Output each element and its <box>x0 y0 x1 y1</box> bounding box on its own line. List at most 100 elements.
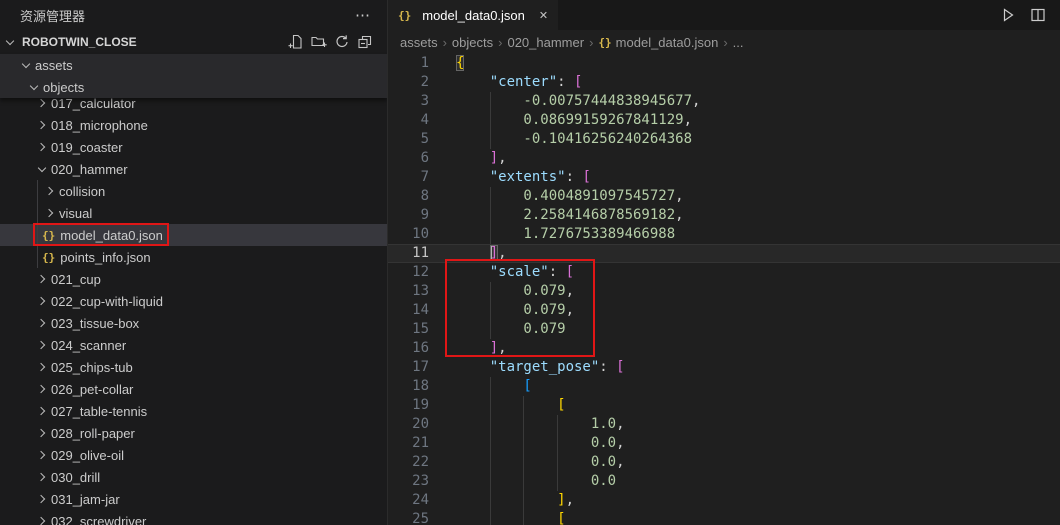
tree-item-025_chips-tub[interactable]: 025_chips-tub <box>0 356 387 378</box>
tab-model-data0-json[interactable]: {} model_data0.json ✕ <box>388 0 558 30</box>
more-actions-icon[interactable]: ⋯ <box>355 8 371 23</box>
chevron-right-icon <box>36 272 50 286</box>
breadcrumb-item-020_hammer[interactable]: 020_hammer <box>507 35 584 50</box>
line-number: 10 <box>388 225 429 244</box>
tree-item-032_screwdriver[interactable]: 032_screwdriver <box>0 510 387 525</box>
split-editor-icon[interactable] <box>1030 7 1046 23</box>
indent-guide <box>490 396 524 415</box>
code-line-15[interactable]: 15 0.079 <box>388 320 1060 339</box>
code-line-9[interactable]: 9 2.2584146878569182, <box>388 206 1060 225</box>
token: "center" <box>490 74 557 90</box>
token: ] <box>557 492 565 508</box>
tree-item-label: 028_roll-paper <box>51 426 135 441</box>
breadcrumb-item-assets[interactable]: assets <box>400 35 438 50</box>
token: 2.2584146878569182 <box>523 207 675 223</box>
tree-item-020_hammer[interactable]: 020_hammer <box>0 158 387 180</box>
line-content: "target_pose": [ <box>456 358 625 377</box>
code-line-1[interactable]: 1{ <box>388 54 1060 73</box>
token: 0.0 <box>591 454 616 470</box>
breadcrumb-item-model_data0-json[interactable]: {}model_data0.json <box>598 35 718 50</box>
indent-guide <box>557 472 591 491</box>
line-content: ], <box>456 339 507 358</box>
line-content: { <box>456 54 464 73</box>
code-line-8[interactable]: 8 0.4004891097545727, <box>388 187 1060 206</box>
code-line-17[interactable]: 17 "target_pose": [ <box>388 358 1060 377</box>
tree-item-026_pet-collar[interactable]: 026_pet-collar <box>0 378 387 400</box>
breadcrumb-item--[interactable]: ... <box>733 35 744 50</box>
tree-item-030_drill[interactable]: 030_drill <box>0 466 387 488</box>
chevron-right-icon <box>36 118 50 132</box>
new-folder-icon[interactable] <box>311 34 327 50</box>
code-line-21[interactable]: 21 0.0, <box>388 434 1060 453</box>
code-line-12[interactable]: 12 "scale": [ <box>388 263 1060 282</box>
token: ] <box>490 340 498 356</box>
run-icon[interactable] <box>1000 7 1016 23</box>
tree-item-visual[interactable]: visual <box>0 202 387 224</box>
token: [ <box>566 264 574 280</box>
code-editor[interactable]: 1{2 "center": [3 -0.00757444838945677,4 … <box>388 54 1060 525</box>
refresh-icon[interactable] <box>334 34 350 50</box>
code-line-16[interactable]: 16 ], <box>388 339 1060 358</box>
code-line-19[interactable]: 19 [ <box>388 396 1060 415</box>
tree-item-model_data0-json[interactable]: {}model_data0.json <box>0 224 387 246</box>
token: 0.0 <box>591 435 616 451</box>
code-line-14[interactable]: 14 0.079, <box>388 301 1060 320</box>
tree-item-028_roll-paper[interactable]: 028_roll-paper <box>0 422 387 444</box>
new-file-icon[interactable] <box>288 34 304 50</box>
tree-item-031_jam-jar[interactable]: 031_jam-jar <box>0 488 387 510</box>
code-line-10[interactable]: 10 1.7276753389466988 <box>388 225 1060 244</box>
token: 0.4004891097545727 <box>523 188 675 204</box>
indent-guide <box>490 301 524 320</box>
breadcrumb-item-objects[interactable]: objects <box>452 35 493 50</box>
code-line-23[interactable]: 23 0.0 <box>388 472 1060 491</box>
tree-item-label: objects <box>43 80 84 95</box>
token: 0.0 <box>591 473 616 489</box>
chevron-right-icon <box>36 316 50 330</box>
tree-item-points_info-json[interactable]: {}points_info.json <box>0 246 387 268</box>
code-line-20[interactable]: 20 1.0, <box>388 415 1060 434</box>
token: "target_pose" <box>490 359 600 375</box>
tree-item-024_scanner[interactable]: 024_scanner <box>0 334 387 356</box>
tree-item-021_cup[interactable]: 021_cup <box>0 268 387 290</box>
tree-item-023_tissue-box[interactable]: 023_tissue-box <box>0 312 387 334</box>
code-line-5[interactable]: 5 -0.10416256240264368 <box>388 130 1060 149</box>
code-line-22[interactable]: 22 0.0, <box>388 453 1060 472</box>
close-tab-icon[interactable]: ✕ <box>539 9 548 22</box>
tree-item-collision[interactable]: collision <box>0 180 387 202</box>
workspace-section-header[interactable]: ROBOTWIN_CLOSE <box>0 30 387 54</box>
tree-item-018_microphone[interactable]: 018_microphone <box>0 114 387 136</box>
line-content: 0.0, <box>456 453 625 472</box>
collapse-all-icon[interactable] <box>357 34 373 50</box>
code-line-24[interactable]: 24 ], <box>388 491 1060 510</box>
breadcrumb-label: objects <box>452 35 493 50</box>
chevron-right-icon <box>36 382 50 396</box>
chevron-right-icon <box>36 338 50 352</box>
code-line-2[interactable]: 2 "center": [ <box>388 73 1060 92</box>
tree-item-019_coaster[interactable]: 019_coaster <box>0 136 387 158</box>
code-line-6[interactable]: 6 ], <box>388 149 1060 168</box>
tree-item-label: 027_table-tennis <box>51 404 147 419</box>
code-line-13[interactable]: 13 0.079, <box>388 282 1060 301</box>
breadcrumb-separator: › <box>723 35 727 50</box>
code-line-11[interactable]: 11 ], <box>388 244 1060 263</box>
line-content: [ <box>456 396 566 415</box>
token: 0.079 <box>523 321 565 337</box>
tree-item-027_table-tennis[interactable]: 027_table-tennis <box>0 400 387 422</box>
tree-item-objects[interactable]: objects <box>0 76 387 98</box>
tree-item-assets[interactable]: assets <box>0 54 387 76</box>
code-line-25[interactable]: 25 [ <box>388 510 1060 525</box>
code-line-4[interactable]: 4 0.08699159267841129, <box>388 111 1060 130</box>
token: , <box>566 283 574 299</box>
line-content: -0.10416256240264368 <box>456 130 692 149</box>
tree-item-029_olive-oil[interactable]: 029_olive-oil <box>0 444 387 466</box>
token: , <box>498 150 506 166</box>
line-number: 9 <box>388 206 429 225</box>
code-line-18[interactable]: 18 [ <box>388 377 1060 396</box>
code-line-3[interactable]: 3 -0.00757444838945677, <box>388 92 1060 111</box>
line-content: ], <box>456 491 574 510</box>
code-line-7[interactable]: 7 "extents": [ <box>388 168 1060 187</box>
explorer-tree: 017_calculator018_microphone019_coaster0… <box>0 92 387 525</box>
token: , <box>616 435 624 451</box>
tree-item-022_cup-with-liquid[interactable]: 022_cup-with-liquid <box>0 290 387 312</box>
line-number: 22 <box>388 453 429 472</box>
